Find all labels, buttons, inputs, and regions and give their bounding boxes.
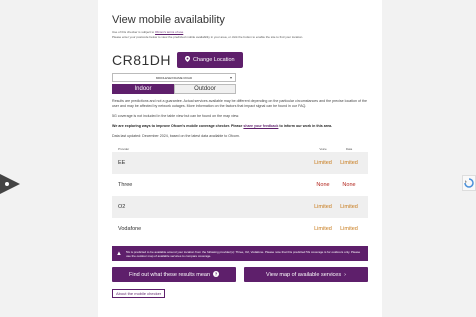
feedback-prefix: We are exploring ways to improve Ofcom's… [112, 124, 244, 128]
results-meaning-button[interactable]: Find out what these results mean ? [112, 267, 236, 282]
terms-prefix: Use of this checker is subject to [112, 30, 156, 34]
chevron-down-icon: ▾ [229, 75, 232, 80]
change-location-button[interactable]: Change Location [177, 52, 243, 68]
view-map-button[interactable]: View map of available services › [244, 267, 368, 282]
provider-name: EE [118, 160, 126, 166]
table-row: O2 Limited Limited [112, 196, 368, 218]
table-row: Three None None [112, 174, 368, 196]
recaptcha-badge [462, 175, 476, 191]
indoor-outdoor-toggle: Indoor Outdoor [112, 84, 236, 94]
about-checker-button[interactable]: About the mobile checker [112, 289, 166, 298]
voice-status: Limited [314, 226, 332, 232]
5g-note: 5G coverage is not included in the table… [112, 114, 240, 118]
notice-text: 5G is predicted to be available around y… [125, 249, 361, 258]
accessibility-widget-icon[interactable] [0, 174, 20, 194]
provider-name: O2 [118, 204, 126, 210]
address-select[interactable]: MIDDLESEX/DAME ROAD ▾ [112, 73, 236, 82]
table-row: EE Limited Limited [112, 152, 368, 174]
feedback-text: We are exploring ways to improve Ofcom's… [112, 124, 368, 129]
provider-name: Vodafone [118, 226, 142, 232]
instructions-text: Please enter your postcode below to view… [112, 35, 304, 39]
address-selected: MIDDLESEX/DAME ROAD [155, 75, 193, 80]
availability-card: View mobile availability Use of this che… [98, 0, 382, 317]
5g-notice-banner: ▲ 5G is predicted to be available around… [112, 246, 368, 261]
table-row: Vodafone Limited Limited [112, 218, 368, 240]
change-location-label: Change Location [193, 57, 235, 63]
postcode-display: CR81DH [112, 52, 172, 68]
action-buttons: Find out what these results mean ? View … [112, 267, 368, 282]
data-status: None [342, 182, 356, 188]
terms-link[interactable]: Ofcom's terms of use [155, 30, 183, 34]
data-status: Limited [340, 226, 358, 232]
results-header: Provider Voice Data [112, 145, 368, 152]
last-updated-text: Data last updated: December 2024, based … [112, 134, 240, 138]
page-title: View mobile availability [112, 14, 225, 26]
outdoor-tab[interactable]: Outdoor [174, 84, 236, 94]
results-table: Provider Voice Data EE Limited Limited T… [112, 145, 368, 240]
postcode-row: CR81DH Change Location [112, 52, 368, 68]
voice-status: None [316, 182, 330, 188]
question-icon: ? [213, 270, 219, 279]
header-data: Data [345, 146, 353, 151]
view-map-label: View map of available services [266, 271, 342, 278]
header-voice: Voice [319, 146, 327, 151]
voice-status: Limited [314, 160, 332, 166]
voice-status: Limited [314, 204, 332, 210]
location-pin-icon [185, 56, 191, 64]
warning-icon: ▲ [116, 250, 122, 257]
data-status: Limited [340, 204, 358, 210]
svg-text:?: ? [215, 271, 218, 276]
disclaimer-text: Results are predictions and not a guaran… [112, 99, 368, 108]
feedback-link[interactable]: share your feedback [243, 124, 278, 128]
chevron-right-icon: › [344, 271, 346, 278]
header-provider: Provider [118, 146, 130, 151]
results-meaning-label: Find out what these results mean [128, 271, 210, 278]
provider-name: Three [118, 182, 133, 188]
data-status: Limited [340, 160, 358, 166]
feedback-suffix: to inform our work in this area. [278, 124, 333, 128]
indoor-tab[interactable]: Indoor [112, 84, 174, 94]
